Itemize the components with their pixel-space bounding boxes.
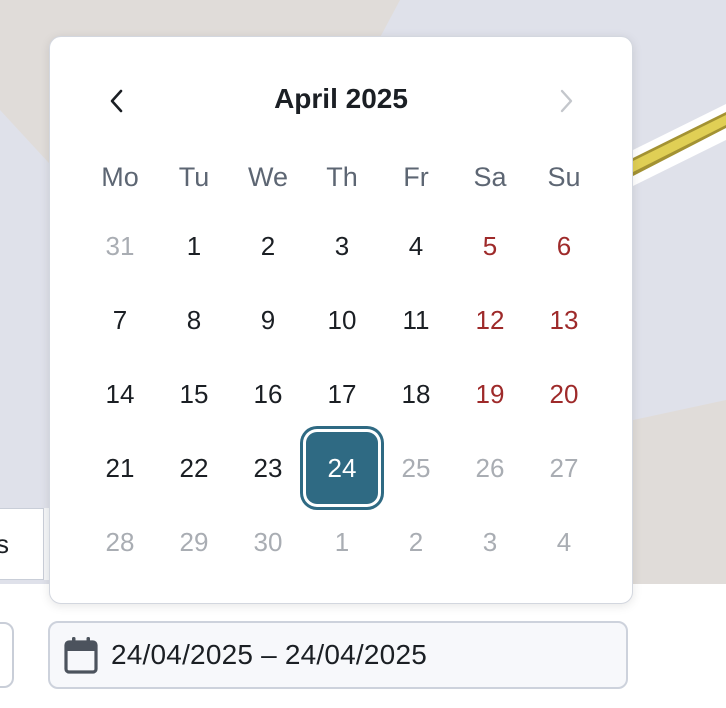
weekday-label: Fr	[403, 162, 429, 192]
day-cell[interactable]: 22	[157, 431, 231, 505]
day-cell[interactable]: 4	[379, 209, 453, 283]
day-cell[interactable]: 17	[305, 357, 379, 431]
side-tab-label: s	[0, 528, 9, 559]
weekday-label: Th	[326, 162, 358, 192]
day-cell[interactable]: 1	[305, 505, 379, 579]
day-cell[interactable]: 1	[157, 209, 231, 283]
weekday-header-row: Mo Tu We Th Fr Sa Su	[83, 159, 603, 195]
date-range-value: 24/04/2025 – 24/04/2025	[111, 639, 428, 670]
calendar-icon	[64, 637, 98, 674]
day-cell[interactable]: 21	[83, 431, 157, 505]
day-cell[interactable]: 3	[305, 209, 379, 283]
day-cell[interactable]: 4	[527, 505, 601, 579]
day-cell[interactable]: 28	[83, 505, 157, 579]
day-cell[interactable]: 30	[231, 505, 305, 579]
date-range-input[interactable]: 24/04/2025 – 24/04/2025	[48, 621, 628, 689]
day-cell[interactable]: 25	[379, 431, 453, 505]
month-title: April 2025	[274, 83, 408, 114]
weekday-label: Su	[547, 162, 581, 192]
day-cell[interactable]: 31	[83, 209, 157, 283]
day-cell[interactable]: 29	[157, 505, 231, 579]
calendar-popup: April 2025 Mo Tu We Th Fr Sa Su 31 1 2 3 4 5 6 7 8 9 10 1…	[49, 36, 633, 604]
weekday-label: We	[247, 162, 288, 192]
next-month-button[interactable]	[546, 81, 586, 121]
day-cell[interactable]: 6	[527, 209, 601, 283]
weekday-label: Mo	[101, 162, 139, 192]
weekday-label: Tu	[178, 162, 210, 192]
left-input-field[interactable]	[0, 622, 14, 688]
day-cell[interactable]: 8	[157, 283, 231, 357]
day-cell[interactable]: 7	[83, 283, 157, 357]
day-cell[interactable]: 9	[231, 283, 305, 357]
day-cell[interactable]: 2	[231, 209, 305, 283]
day-grid: 31 1 2 3 4 5 6 7 8 9 10 11 12 13 14 15 16 17 18 19 20 21 22 23 2…	[83, 209, 603, 579]
day-cell[interactable]: 16	[231, 357, 305, 431]
day-cell[interactable]: 2	[379, 505, 453, 579]
day-cell[interactable]: 23	[231, 431, 305, 505]
side-tab[interactable]: s	[0, 508, 44, 580]
day-cell[interactable]: 14	[83, 357, 157, 431]
day-cell[interactable]: 3	[453, 505, 527, 579]
day-cell[interactable]: 27	[527, 431, 601, 505]
weekday-label: Sa	[473, 162, 507, 192]
day-cell[interactable]: 26	[453, 431, 527, 505]
day-cell[interactable]: 19	[453, 357, 527, 431]
day-cell[interactable]: 11	[379, 283, 453, 357]
chevron-right-icon	[560, 89, 573, 113]
day-cell[interactable]: 12	[453, 283, 527, 357]
day-cell[interactable]: 18	[379, 357, 453, 431]
day-cell[interactable]: 5	[453, 209, 527, 283]
day-cell[interactable]: 20	[527, 357, 601, 431]
day-cell[interactable]: 13	[527, 283, 601, 357]
day-cell[interactable]: 10	[305, 283, 379, 357]
day-cell[interactable]: 15	[157, 357, 231, 431]
selected-day-cell[interactable]: 24	[306, 432, 378, 504]
